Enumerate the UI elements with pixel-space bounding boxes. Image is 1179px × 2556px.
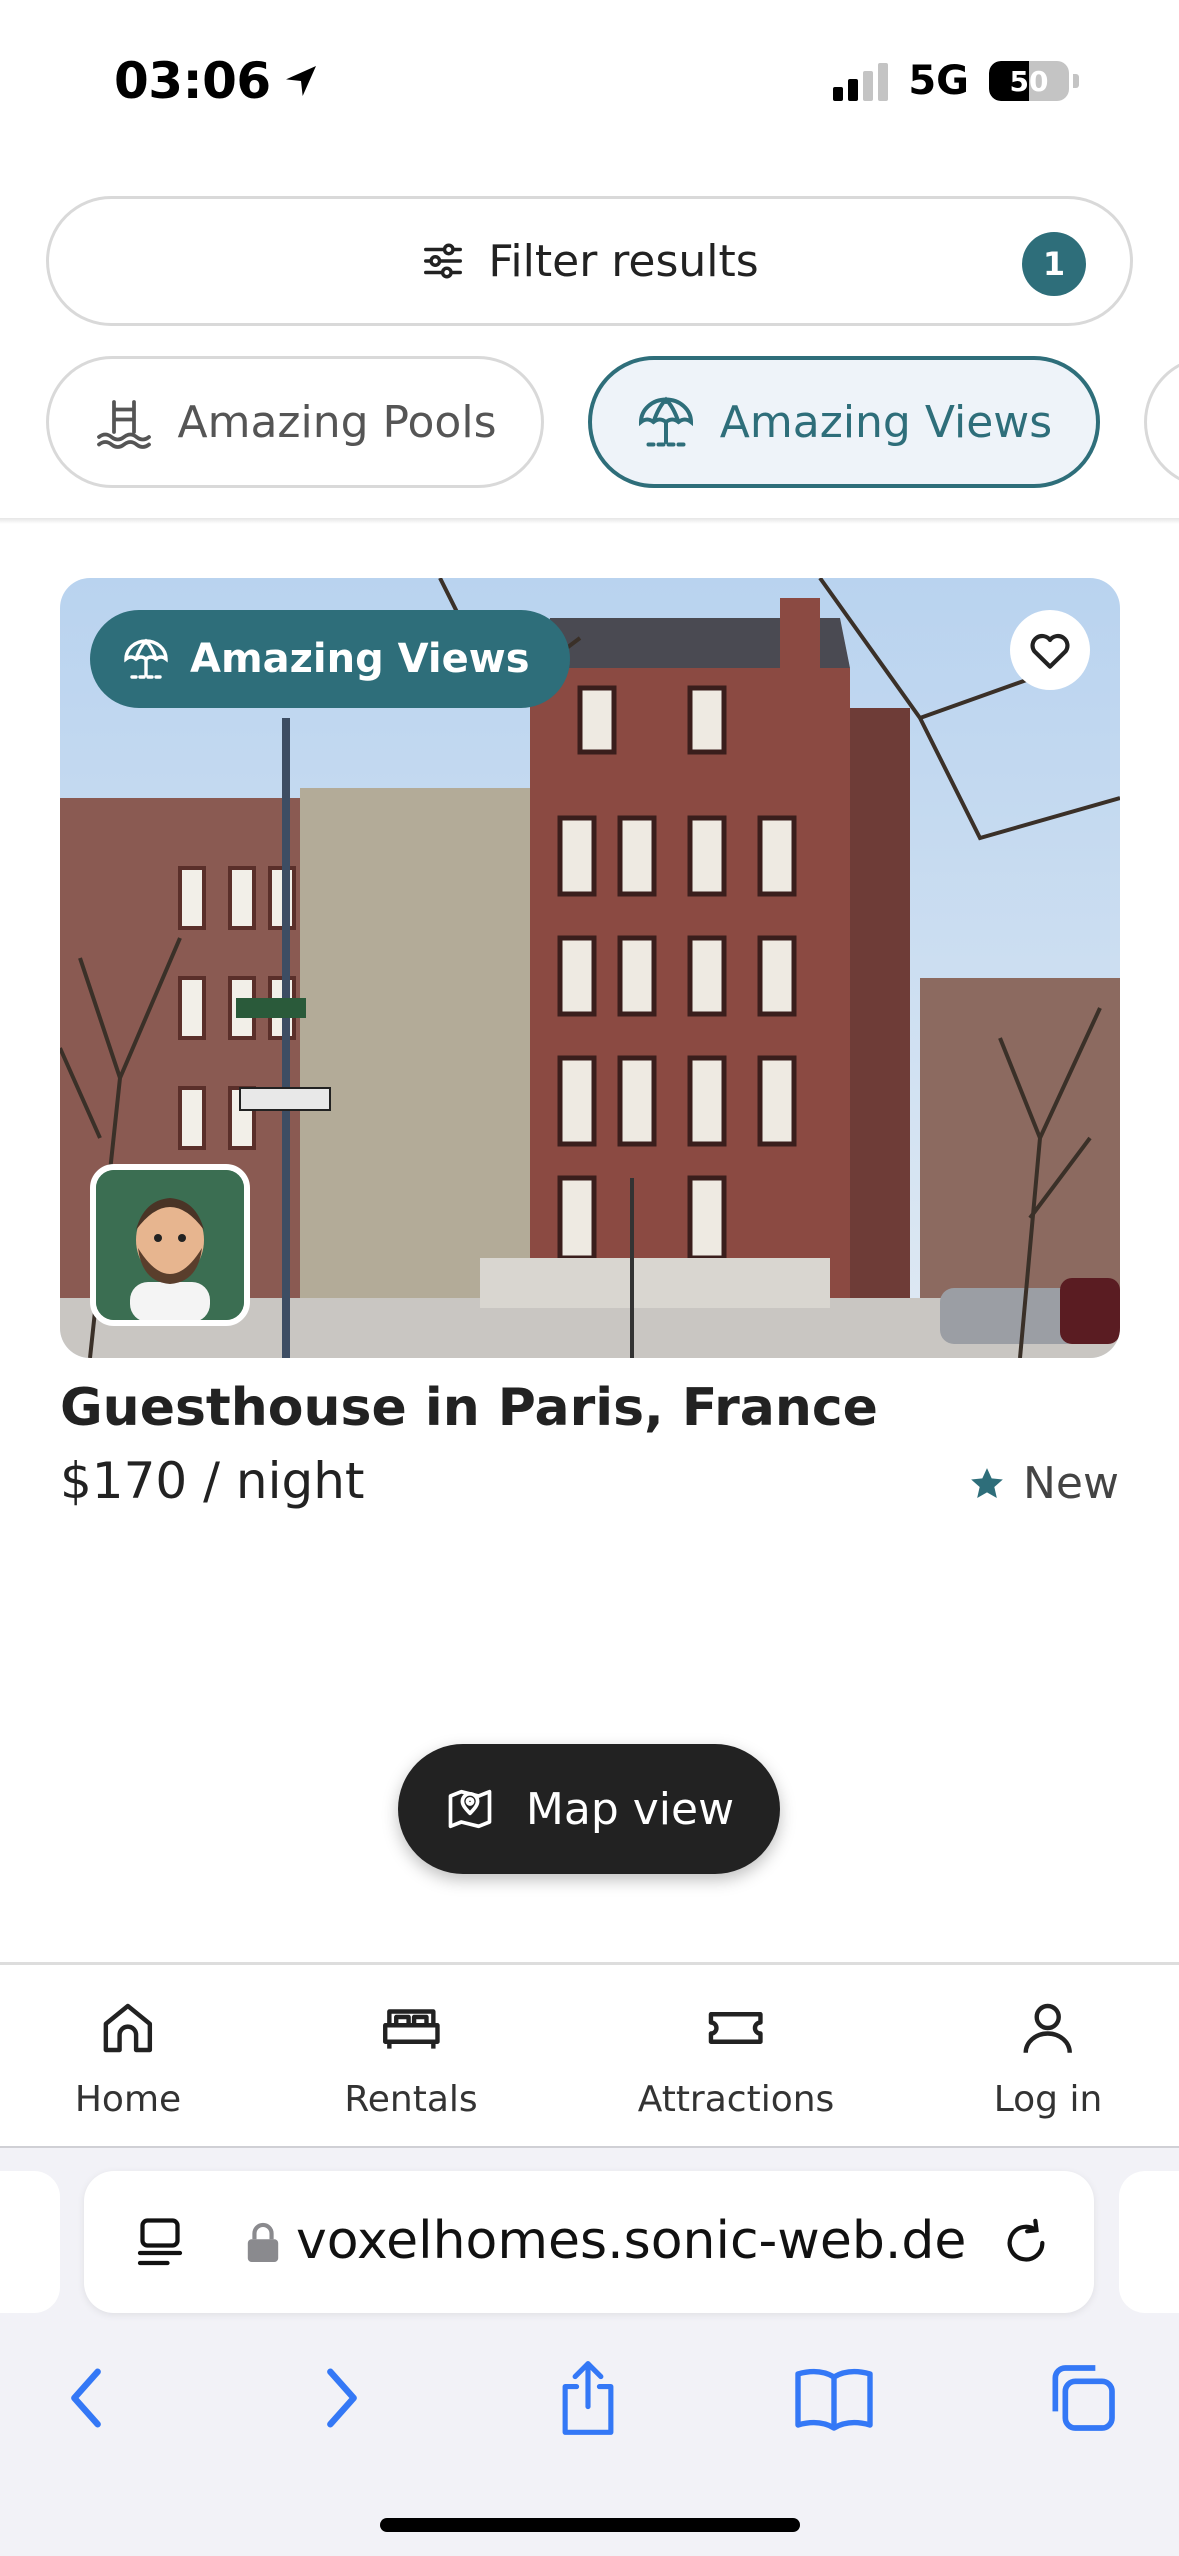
nav-attractions[interactable]: Attractions	[637, 1995, 835, 2120]
listing-badge-label: Amazing Views	[190, 636, 530, 682]
share-icon	[562, 2361, 614, 2435]
back-button[interactable]	[36, 2348, 136, 2448]
browser-toolbar: voxelhomes.sonic-web.de	[0, 2146, 1179, 2556]
host-avatar-image	[96, 1170, 244, 1320]
star-icon	[971, 1467, 1003, 1498]
nav-rentals[interactable]: Rentals	[344, 1995, 478, 2120]
lock-icon	[247, 2222, 279, 2262]
listing-rating: New	[967, 1458, 1119, 1509]
map-pin-icon	[448, 1789, 492, 1829]
status-bar: 03:06 5G 50	[0, 0, 1179, 170]
chip-label: Amazing Pools	[177, 396, 497, 448]
nav-rentals-label: Rentals	[344, 2079, 478, 2120]
listing-title[interactable]: Guesthouse in Paris, France	[60, 1378, 878, 1438]
tabs-icon	[1052, 2365, 1115, 2431]
chevron-right-icon	[327, 2368, 357, 2428]
host-avatar[interactable]	[90, 1164, 250, 1326]
pool-icon	[96, 400, 151, 449]
chip-next-partial[interactable]	[1144, 356, 1179, 488]
forward-button[interactable]	[292, 2348, 392, 2448]
nav-home[interactable]: Home	[75, 1995, 181, 2120]
listing-price: $170 / night	[60, 1452, 365, 1510]
cellular-signal-icon	[833, 61, 889, 101]
network-type: 5G	[908, 58, 969, 104]
battery-icon: 50	[989, 61, 1069, 101]
home-icon	[103, 2003, 153, 2053]
bottom-nav: Home Rentals Attractions Log in	[0, 1962, 1179, 2146]
next-tab-peek[interactable]	[1119, 2171, 1179, 2313]
beach-umbrella-icon	[638, 396, 693, 447]
home-indicator[interactable]	[380, 2518, 800, 2532]
page-menu-icon[interactable]	[130, 2213, 190, 2273]
chip-amazing-views[interactable]: Amazing Views	[588, 356, 1100, 488]
nav-home-label: Home	[74, 2079, 182, 2120]
location-arrow-icon	[285, 66, 316, 96]
filter-count-badge: 1	[1022, 232, 1086, 296]
rating-label: New	[1023, 1458, 1119, 1509]
status-time: 03:06	[114, 52, 271, 110]
category-chips: Amazing Pools Amazing Views	[0, 356, 1179, 490]
address-bar[interactable]: voxelhomes.sonic-web.de	[84, 2171, 1094, 2313]
previous-tab-peek[interactable]	[0, 2171, 60, 2313]
map-view-button[interactable]: Map view	[398, 1744, 780, 1874]
favorite-button[interactable]	[1010, 610, 1090, 690]
user-icon	[1023, 2003, 1073, 2053]
filter-results-button[interactable]: Filter results 1	[46, 196, 1133, 326]
chevron-left-icon	[71, 2368, 101, 2428]
tabs-button[interactable]	[1032, 2348, 1132, 2448]
heart-icon	[1030, 633, 1070, 669]
beach-umbrella-icon	[124, 638, 168, 679]
battery-percent: 50	[1009, 64, 1049, 98]
bed-icon	[382, 2009, 440, 2049]
sliders-icon	[424, 243, 463, 279]
nav-login[interactable]: Log in	[993, 1995, 1103, 2120]
url-text: voxelhomes.sonic-web.de	[296, 2211, 967, 2271]
chip-amazing-pools[interactable]: Amazing Pools	[46, 356, 544, 488]
share-button[interactable]	[538, 2348, 638, 2448]
header-divider	[0, 518, 1179, 524]
chip-label: Amazing Views	[719, 396, 1053, 448]
bookmarks-button[interactable]	[784, 2348, 884, 2448]
filter-results-label: Filter results	[488, 235, 759, 287]
status-indicators: 5G 50	[833, 58, 1079, 104]
nav-attractions-label: Attractions	[637, 2079, 835, 2120]
map-view-label: Map view	[525, 1783, 735, 1835]
reload-icon[interactable]	[998, 2215, 1054, 2271]
status-time-group: 03:06	[114, 52, 321, 110]
listing-category-badge: Amazing Views	[90, 610, 570, 708]
battery-tip	[1073, 74, 1079, 88]
book-icon	[795, 2368, 873, 2431]
ticket-icon	[709, 2012, 763, 2044]
nav-login-label: Log in	[993, 2079, 1103, 2120]
listing-photo[interactable]: Amazing Views	[60, 578, 1120, 1358]
